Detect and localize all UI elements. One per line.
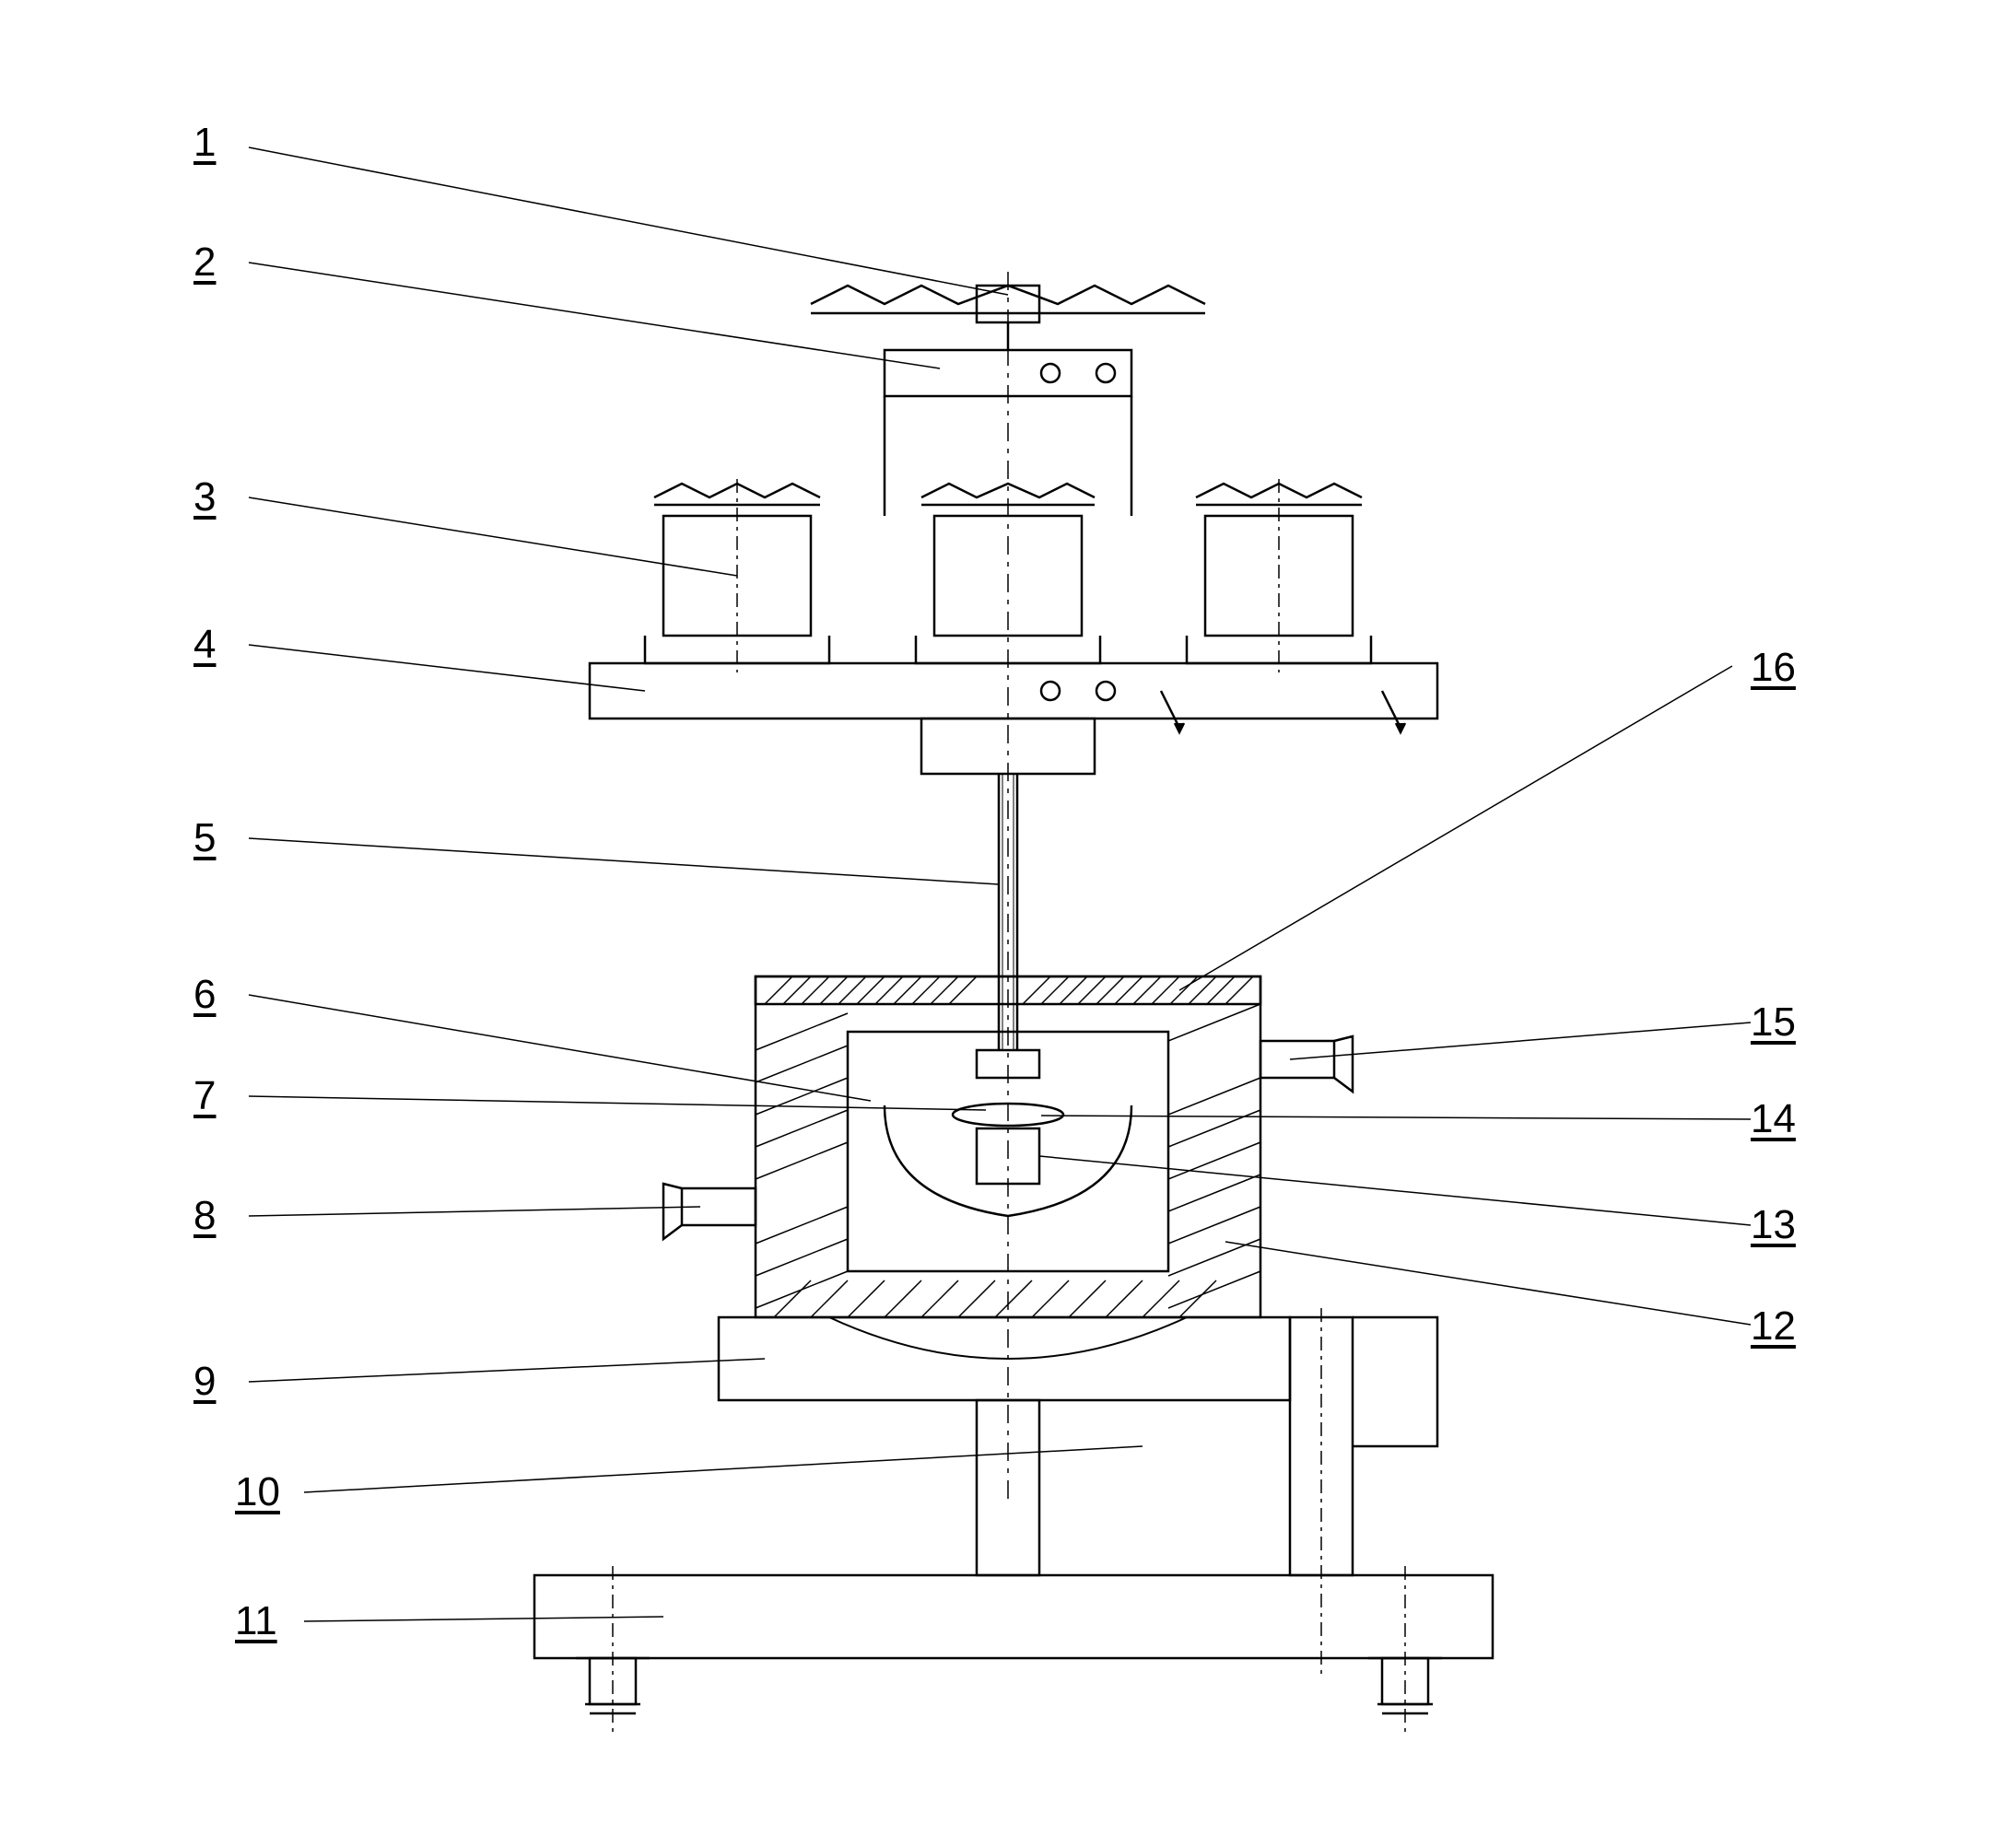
diagram-container: 1 2 3 4 5 6 7 8 9 10 11 16 15 14 13 12 [0, 0, 2016, 1835]
label-14: 14 [1751, 1096, 1796, 1142]
label-11: 11 [235, 1598, 277, 1644]
technical-drawing [0, 0, 2016, 1835]
label-16: 16 [1751, 645, 1796, 691]
label-1: 1 [193, 120, 216, 166]
label-6: 6 [193, 972, 216, 1018]
label-5: 5 [193, 815, 216, 861]
label-13: 13 [1751, 1202, 1796, 1248]
label-4: 4 [193, 622, 216, 668]
label-10: 10 [235, 1469, 280, 1515]
label-8: 8 [193, 1193, 216, 1239]
label-9: 9 [193, 1359, 216, 1405]
label-15: 15 [1751, 999, 1796, 1046]
label-2: 2 [193, 240, 216, 286]
label-3: 3 [193, 474, 216, 520]
label-7: 7 [193, 1073, 216, 1119]
label-12: 12 [1751, 1303, 1796, 1350]
